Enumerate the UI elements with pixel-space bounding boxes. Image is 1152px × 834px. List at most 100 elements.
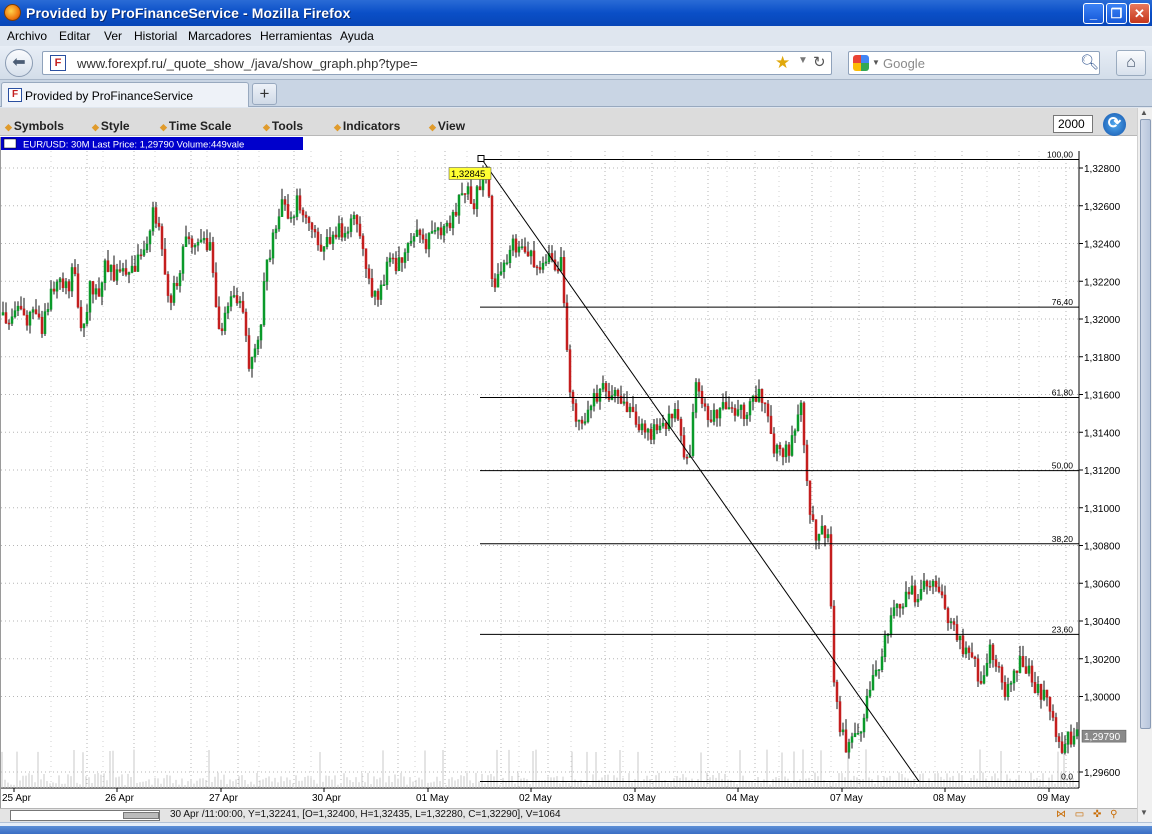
candle-body	[490, 195, 494, 279]
candle-body	[391, 257, 395, 260]
chart-toolbar: ◆ Symbols ◆ Style ◆ Time Scale ◆ Tools ◆ Indi…	[0, 108, 1137, 136]
symbols-menu[interactable]: ◆ Symbols	[5, 119, 64, 133]
candle-body	[934, 580, 938, 588]
reload-icon[interactable]: ↻	[813, 53, 826, 71]
menu-marcadores[interactable]: Marcadores	[188, 29, 251, 43]
candle-body	[427, 233, 431, 250]
back-arrow-icon: ⬅	[12, 54, 26, 71]
new-tab-button[interactable]: +	[252, 83, 277, 105]
menu-ver[interactable]: Ver	[104, 29, 122, 43]
candle-body	[478, 186, 482, 191]
tools-menu[interactable]: ◆ Tools	[263, 119, 303, 133]
chart-area[interactable]: EUR/USD: 30M Last Price: 1,29790 Volume:…	[0, 137, 1137, 819]
candle-body	[625, 401, 629, 413]
x-tick-label: 04 May	[726, 793, 759, 804]
refresh-icon[interactable]: ⟳	[1103, 113, 1126, 136]
trendline-handle[interactable]	[477, 155, 485, 163]
menu-archivo[interactable]: Archivo	[7, 29, 47, 43]
candle-body	[613, 389, 617, 396]
candle-body	[1021, 656, 1025, 667]
x-tick-label: 03 May	[623, 793, 656, 804]
y-tick-label: 1,30400	[1084, 617, 1121, 628]
candle-body	[226, 306, 230, 314]
fib-level-label: 0,0	[1061, 771, 1073, 781]
candle-body	[193, 244, 197, 248]
search-input[interactable]: Google	[883, 56, 925, 71]
indicators-menu[interactable]: ◆ Indicators	[334, 119, 400, 133]
candle-body	[874, 669, 878, 676]
chart-tool-icons[interactable]: ⋈ ▭ ✜ ⚲	[1056, 809, 1121, 820]
candle-body	[955, 624, 959, 641]
zoom-input[interactable]: 2000	[1053, 115, 1093, 133]
candle-body	[289, 217, 293, 219]
back-button[interactable]: ⬅	[5, 49, 33, 77]
y-tick-label: 1,30000	[1084, 693, 1121, 704]
candle-body	[178, 273, 182, 287]
candle-body	[1012, 670, 1016, 684]
candle-body	[994, 659, 998, 667]
candle-body	[799, 402, 803, 416]
candle-body	[442, 225, 446, 236]
close-button[interactable]: ✕	[1129, 3, 1150, 24]
candle-body	[676, 409, 680, 420]
menu-herramientas[interactable]: Herramientas	[260, 29, 332, 43]
candle-body	[976, 658, 980, 682]
vertical-scrollbar[interactable]: ▲ ▼	[1137, 108, 1152, 822]
y-tick-label: 1,30200	[1084, 655, 1121, 666]
candle-body	[163, 248, 167, 275]
google-engine-icon[interactable]	[853, 55, 869, 71]
candle-body	[349, 218, 353, 232]
tab-profinance[interactable]: F Provided by ProFinanceService	[1, 82, 249, 107]
candle-body	[703, 403, 707, 407]
y-tick-label: 1,32200	[1084, 277, 1121, 288]
engine-dropdown-icon[interactable]: ▼	[872, 58, 880, 67]
time-scale-menu[interactable]: ◆ Time Scale	[160, 119, 231, 133]
candle-body	[1048, 696, 1052, 712]
candle-body	[406, 243, 410, 253]
chart-status-bar: 30 Apr /11:00:00, Y=1,32241, [O=1,32400,…	[0, 808, 1137, 822]
candle-body	[223, 312, 227, 332]
candle-body	[535, 266, 539, 269]
candle-body	[772, 433, 776, 454]
minimize-button[interactable]: _	[1083, 3, 1104, 24]
scroll-up-icon[interactable]: ▲	[1140, 108, 1148, 117]
candle-body	[130, 265, 134, 273]
candle-body	[949, 621, 953, 624]
candle-body	[103, 260, 107, 283]
candle-body	[637, 424, 641, 431]
candle-body	[580, 419, 584, 424]
candle-body	[1000, 666, 1004, 683]
scroll-down-icon[interactable]: ▼	[1140, 808, 1148, 817]
search-bar[interactable]: ▼ Google 🔍︎	[848, 51, 1100, 75]
url-dropdown-icon[interactable]: ▼	[798, 55, 808, 66]
price-chart[interactable]: EUR/USD: 30M Last Price: 1,29790 Volume:…	[1, 137, 1137, 809]
menu-ayuda[interactable]: Ayuda	[340, 29, 374, 43]
candle-body	[232, 295, 236, 297]
candle-body	[109, 264, 113, 272]
chart-scroll-thumb[interactable]	[123, 812, 159, 819]
diamond-icon: ◆	[429, 122, 436, 132]
home-button[interactable]: ⌂	[1116, 50, 1146, 76]
candle-body	[604, 383, 608, 392]
view-menu[interactable]: ◆ View	[429, 119, 465, 133]
y-tick-label: 1,32400	[1084, 240, 1121, 251]
menu-editar[interactable]: Editar	[59, 29, 90, 43]
candle-body	[598, 389, 602, 402]
candle-body	[247, 335, 251, 369]
url-text[interactable]: www.forexpf.ru/_quote_show_/java/show_gr…	[77, 56, 418, 71]
candle-body	[811, 514, 815, 520]
maximize-button[interactable]: ❐	[1106, 3, 1127, 24]
candle-body	[355, 215, 359, 225]
candle-body	[733, 408, 737, 416]
style-menu[interactable]: ◆ Style	[92, 119, 130, 133]
menu-historial[interactable]: Historial	[134, 29, 177, 43]
url-bar[interactable]: F www.forexpf.ru/_quote_show_/java/show_…	[42, 51, 832, 75]
candle-body	[370, 278, 374, 297]
candle-body	[466, 186, 470, 195]
scroll-thumb[interactable]	[1140, 119, 1151, 729]
bookmark-star-icon[interactable]: ★	[775, 53, 790, 73]
search-magnifier-icon[interactable]: 🔍︎	[1080, 53, 1099, 71]
candle-body	[985, 662, 989, 676]
chart-scroll-track[interactable]	[10, 810, 160, 821]
candle-body	[283, 199, 287, 205]
